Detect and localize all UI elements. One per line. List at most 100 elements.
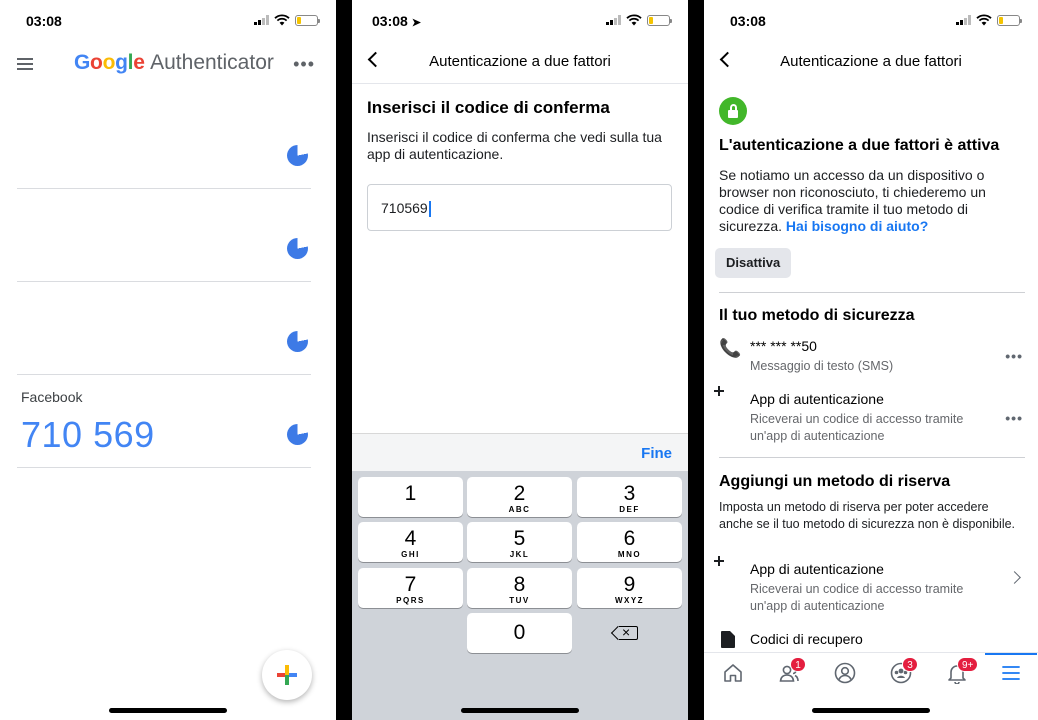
account-row-facebook[interactable]: Facebook 710 569 (17, 375, 311, 468)
google-wordmark-letter: g (115, 51, 128, 74)
backup-recovery-codes[interactable]: Codici di recupero (719, 631, 1025, 651)
tab-friends[interactable]: 1 (761, 653, 817, 693)
page-title: Autenticazione a due fattori (780, 53, 962, 70)
status-time: 03:08 (26, 13, 62, 29)
plus-icon-vertical (285, 665, 289, 685)
key-number: 0 (513, 621, 526, 644)
signal-icon (956, 15, 971, 25)
key-7[interactable]: 7 PQRS (358, 568, 463, 608)
account-code: 710 569 (21, 414, 155, 455)
account-row[interactable] (17, 282, 311, 375)
method-title: App di autenticazione (750, 561, 884, 577)
app-title: Google Authenticator (74, 51, 274, 75)
code-input-value: 710569 (381, 200, 428, 216)
more-dots-icon[interactable]: ••• (293, 54, 315, 75)
menu-icon (1002, 666, 1020, 680)
account-name: Facebook (21, 389, 83, 405)
location-arrow-icon: ➤ (411, 17, 421, 29)
method-title: *** *** **50 (750, 338, 817, 354)
text-caret (428, 201, 431, 218)
divider (719, 292, 1025, 293)
help-link[interactable]: Hai bisogno di aiuto? (786, 218, 928, 234)
key-6[interactable]: 6 MNO (577, 522, 682, 562)
battery-icon (295, 14, 320, 26)
google-wordmark-letter: o (102, 51, 116, 74)
key-letters: JKL (509, 550, 530, 559)
keyboard-toolbar: Fine (352, 433, 688, 471)
key-8[interactable]: 8 TUV (467, 568, 572, 608)
account-row[interactable] (17, 189, 311, 282)
signal-icon (254, 15, 269, 25)
scan-icon (714, 556, 739, 581)
key-2[interactable]: 2 ABC (467, 477, 572, 517)
document-icon (719, 631, 739, 651)
home-indicator (812, 708, 930, 713)
disable-button[interactable]: Disattiva (715, 248, 792, 278)
tab-groups[interactable]: 3 (873, 653, 929, 693)
status-bar: 03:08 (0, 0, 336, 42)
account-row[interactable] (17, 108, 311, 189)
key-5[interactable]: 5 JKL (467, 522, 572, 562)
key-letters: WXYZ (614, 596, 645, 605)
add-account-button[interactable] (262, 650, 312, 700)
two-factor-settings-screen: 03:08 Autenticazione a due fattori L'aut… (704, 0, 1038, 720)
key-letters: DEF (619, 505, 640, 514)
google-wordmark-letter: o (90, 51, 103, 74)
divider (719, 457, 1025, 458)
key-3[interactable]: 3 DEF (577, 477, 682, 517)
home-indicator (109, 708, 227, 713)
method-authenticator-app[interactable]: App di autenticazione Riceverai un codic… (714, 386, 1025, 447)
key-9[interactable]: 9 WXYZ (577, 568, 682, 608)
tab-notifications[interactable]: 9+ (929, 653, 985, 693)
code-entry-screen: 03:08 ➤ Autenticazione a due fattori Ins… (352, 0, 688, 720)
done-button[interactable]: Fine (641, 445, 672, 462)
key-number: 3 (623, 482, 636, 505)
status-description: Se notiamo un accesso da un dispositivo … (719, 167, 1019, 235)
profile-icon (834, 662, 856, 684)
home-icon (724, 664, 742, 682)
key-letters: MNO (617, 550, 642, 559)
phone-icon: 📞 (719, 338, 742, 358)
more-dots-icon[interactable]: ••• (1005, 348, 1023, 364)
key-number: 1 (404, 482, 417, 505)
key-0[interactable]: 0 (467, 613, 572, 653)
status-title: L'autenticazione a due fattori è attiva (719, 137, 1000, 154)
method-subtitle: Riceverai un codice di accesso tramite u… (750, 412, 964, 443)
method-sms[interactable]: 📞 *** *** **50 Messaggio di testo (SMS) … (719, 338, 1025, 378)
notification-badge: 3 (902, 657, 918, 672)
status-time: 03:08 ➤ (372, 13, 421, 29)
tab-menu[interactable] (985, 653, 1037, 693)
key-number: 2 (513, 482, 526, 505)
key-4[interactable]: 4 GHI (358, 522, 463, 562)
key-letters: GHI (401, 550, 420, 559)
google-authenticator-screen: 03:08 Google Authenticator ••• Facebook … (0, 0, 336, 720)
key-number: 4 (404, 527, 417, 550)
tab-home[interactable] (705, 653, 761, 693)
backup-authenticator-app[interactable]: App di autenticazione Riceverai un codic… (714, 556, 1025, 617)
app-title-product: Authenticator (150, 51, 274, 74)
wifi-icon (976, 14, 992, 26)
more-dots-icon[interactable]: ••• (1005, 410, 1023, 426)
wifi-icon (626, 14, 642, 26)
hamburger-icon[interactable] (17, 58, 33, 70)
nav-bar: Autenticazione a due fattori (352, 42, 688, 84)
method-title: Codici di recupero (750, 631, 863, 647)
tab-profile[interactable] (817, 653, 873, 693)
status-bar: 03:08 ➤ (352, 0, 688, 42)
page-title: Autenticazione a due fattori (429, 53, 611, 70)
backup-method-heading: Aggiungi un metodo di riserva (719, 473, 951, 490)
key-number: 6 (623, 527, 636, 550)
numeric-keypad: 1 2 ABC 3 DEF 4 GHI 5 JKL 6 MNO 7 PQRS 8 TUV 9W… (352, 471, 688, 720)
confirm-heading: Inserisci il codice di conferma (367, 98, 610, 117)
method-subtitle: Riceverai un codice di accesso tramite u… (750, 582, 964, 613)
confirmation-code-input[interactable]: 710569 (367, 184, 672, 231)
timer-icon (287, 145, 308, 166)
chevron-right-icon (1008, 571, 1021, 584)
backspace-key[interactable] (577, 613, 682, 653)
app-header: Google Authenticator ••• (0, 48, 336, 80)
notification-badge: 9+ (957, 657, 979, 672)
method-title: App di autenticazione (750, 391, 884, 407)
backup-description: Imposta un metodo di riserva per poter a… (719, 500, 1016, 531)
key-1[interactable]: 1 (358, 477, 463, 517)
timer-icon (287, 424, 308, 445)
